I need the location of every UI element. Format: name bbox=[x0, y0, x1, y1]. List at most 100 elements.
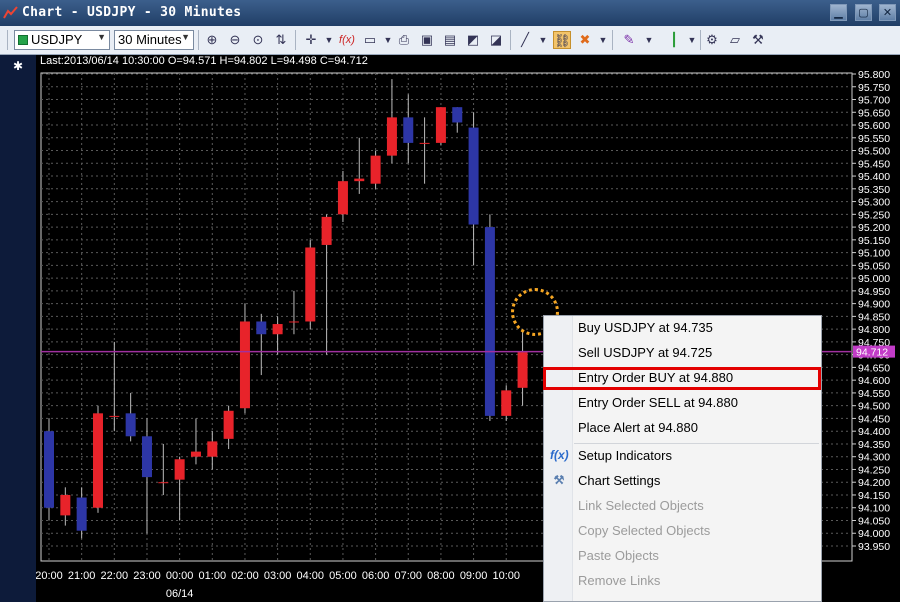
y-tick-label: 94.550 bbox=[858, 388, 890, 400]
x-tick-label: 23:00 bbox=[133, 570, 161, 582]
x-tick-label: 20:00 bbox=[36, 570, 63, 582]
timeframe-select[interactable]: 30 Minutes ▼ bbox=[114, 30, 194, 50]
y-tick-label: 95.400 bbox=[858, 171, 890, 183]
x-tick-label: 07:00 bbox=[394, 570, 422, 582]
chevron-down-icon: ▼ bbox=[97, 32, 106, 42]
menu-item-label: Place Alert at 94.880 bbox=[578, 420, 698, 435]
zoom-fit-icon[interactable]: ⊙ bbox=[249, 31, 267, 49]
x-tick-label: 04:00 bbox=[297, 570, 325, 582]
fx-indicator-icon[interactable]: f(x) bbox=[338, 31, 356, 49]
left-rail: ✱ bbox=[0, 55, 36, 602]
menu-item-label: Sell USDJPY at 94.725 bbox=[578, 345, 713, 360]
y-tick-label: 94.800 bbox=[858, 324, 890, 336]
menu-item-label: Paste Objects bbox=[578, 548, 659, 563]
crosshair-icon[interactable]: ✛ bbox=[302, 31, 320, 49]
y-tick-label: 95.150 bbox=[858, 235, 890, 247]
candle-body bbox=[484, 227, 495, 416]
symbol-select[interactable]: USDJPY ▼ bbox=[14, 30, 110, 50]
sort-icon[interactable]: ⇅ bbox=[272, 31, 290, 49]
chart-toolbar: USDJPY ▼ 30 Minutes ▼ ⊕ ⊖ ⊙ ⇅ ✛ ▼ f(x) ▭… bbox=[0, 26, 900, 55]
x-tick-label: 02:00 bbox=[231, 570, 259, 582]
note-icon[interactable]: ▱ bbox=[726, 31, 744, 49]
x-tick-label: 01:00 bbox=[199, 570, 227, 582]
menu-item-chart-settings[interactable]: ⚒ Chart Settings bbox=[544, 469, 821, 494]
toolbar-separator bbox=[198, 30, 199, 50]
menu-item-label: Link Selected Objects bbox=[578, 498, 704, 513]
x-tick-label: 09:00 bbox=[460, 570, 488, 582]
maximize-button[interactable]: ▢ bbox=[855, 4, 872, 21]
menu-item-label: Setup Indicators bbox=[578, 448, 672, 463]
line-tool-icon[interactable]: ╱ bbox=[516, 31, 534, 49]
y-tick-label: 94.600 bbox=[858, 375, 890, 387]
chart-export-icon[interactable]: ◪ bbox=[487, 31, 505, 49]
y-tick-label: 95.000 bbox=[858, 273, 890, 285]
link-icon[interactable]: ⛓ bbox=[553, 31, 571, 49]
dropdown-arrow-icon[interactable]: ▼ bbox=[534, 31, 552, 49]
y-tick-label: 95.250 bbox=[858, 209, 890, 221]
x-tick-label: 03:00 bbox=[264, 570, 292, 582]
y-tick-label: 94.250 bbox=[858, 464, 890, 476]
candle-body bbox=[419, 142, 430, 144]
candle-body bbox=[60, 494, 71, 516]
y-tick-label: 94.350 bbox=[858, 439, 890, 451]
document-icon[interactable]: ▤ bbox=[441, 31, 459, 49]
menu-item-label: Chart Settings bbox=[578, 473, 661, 488]
zoom-in-icon[interactable]: ⊕ bbox=[203, 31, 221, 49]
y-tick-label: 94.450 bbox=[858, 413, 890, 425]
menu-item-link-selected-objects: Link Selected Objects bbox=[544, 494, 821, 519]
y-tick-label: 94.950 bbox=[858, 286, 890, 298]
zoom-out-icon[interactable]: ⊖ bbox=[226, 31, 244, 49]
menu-item-label: Remove Links bbox=[578, 573, 661, 588]
tools-icon: ⚒ bbox=[553, 473, 565, 487]
toolbar-separator bbox=[295, 30, 296, 50]
menu-item-setup-indicators[interactable]: f(x) Setup Indicators bbox=[544, 444, 821, 469]
dropdown-arrow-icon[interactable]: ▼ bbox=[640, 31, 658, 49]
tools-icon[interactable]: ⚒ bbox=[749, 31, 767, 49]
candle-body bbox=[141, 436, 152, 478]
y-tick-label: 94.200 bbox=[858, 477, 890, 489]
settings-icon[interactable]: ⚙ bbox=[703, 31, 721, 49]
candlestick-icon[interactable]: ┃ bbox=[665, 31, 683, 49]
candle-body bbox=[92, 413, 103, 508]
candle-body bbox=[207, 441, 218, 457]
x-tick-label: 00:00 bbox=[166, 570, 194, 582]
candle-body bbox=[403, 117, 414, 143]
candle-body bbox=[109, 415, 120, 417]
y-tick-label: 95.550 bbox=[858, 133, 890, 145]
menu-item-label: Copy Selected Objects bbox=[578, 523, 711, 538]
candle-body bbox=[44, 431, 54, 508]
menu-item-buy[interactable]: Buy USDJPY at 94.735 bbox=[544, 316, 821, 341]
close-button[interactable]: ✕ bbox=[879, 4, 896, 21]
toolbar-separator bbox=[510, 30, 511, 50]
highlight-box bbox=[543, 367, 821, 390]
drawing-tools-icon[interactable]: ✎ bbox=[620, 31, 638, 49]
y-tick-label: 94.850 bbox=[858, 311, 890, 323]
menu-item-sell[interactable]: Sell USDJPY at 94.725 bbox=[544, 341, 821, 366]
properties-icon[interactable]: ✱ bbox=[10, 59, 26, 73]
y-tick-label: 95.350 bbox=[858, 184, 890, 196]
menu-item-entry-order-sell[interactable]: Entry Order SELL at 94.880 bbox=[544, 391, 821, 416]
candle-body bbox=[125, 413, 136, 437]
timeframe-value: 30 Minutes bbox=[118, 32, 182, 47]
dropdown-arrow-icon[interactable]: ▼ bbox=[683, 31, 701, 49]
chart-save-icon[interactable]: ◩ bbox=[464, 31, 482, 49]
y-tick-label: 94.000 bbox=[858, 528, 890, 540]
dropdown-arrow-icon[interactable]: ▼ bbox=[594, 31, 612, 49]
minimize-button[interactable]: ▁ bbox=[830, 4, 847, 21]
candle-body bbox=[223, 410, 234, 439]
menu-item-place-alert[interactable]: Place Alert at 94.880 bbox=[544, 416, 821, 441]
y-tick-label: 94.900 bbox=[858, 299, 890, 311]
candle-body bbox=[288, 321, 299, 323]
y-tick-label: 95.600 bbox=[858, 120, 890, 132]
dropdown-arrow-icon[interactable]: ▼ bbox=[320, 31, 338, 49]
candle-body bbox=[174, 459, 185, 480]
save-icon[interactable]: ▣ bbox=[418, 31, 436, 49]
y-tick-label: 95.100 bbox=[858, 248, 890, 260]
candle-body bbox=[468, 127, 479, 225]
remove-link-icon[interactable]: ✖ bbox=[576, 31, 594, 49]
y-tick-label: 94.300 bbox=[858, 452, 890, 464]
chart-window-icon[interactable]: ▭ bbox=[361, 31, 379, 49]
x-tick-label: 22:00 bbox=[101, 570, 129, 582]
print-icon[interactable]: ⎙ bbox=[395, 31, 413, 49]
x-tick-label: 21:00 bbox=[68, 570, 96, 582]
